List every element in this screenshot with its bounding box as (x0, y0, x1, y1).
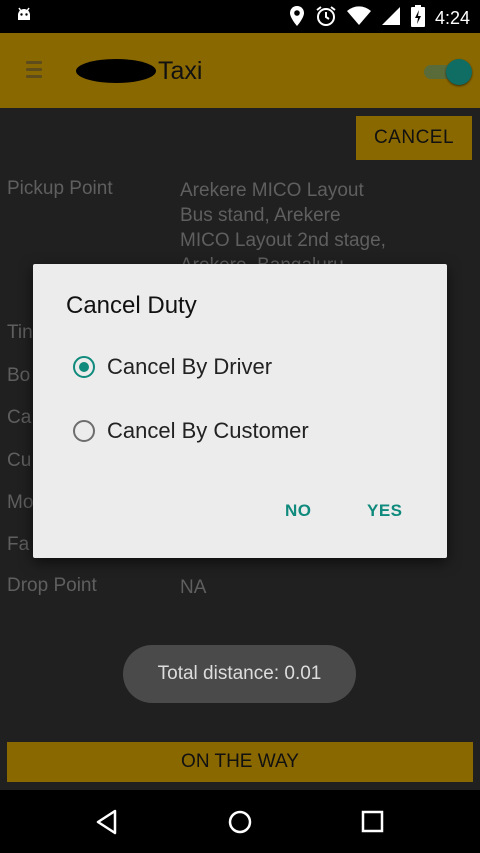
option-cancel-by-customer[interactable]: Cancel By Customer (73, 418, 309, 444)
android-icon (14, 6, 34, 30)
radio-unchecked-icon[interactable] (73, 420, 95, 442)
row-label-partial: Cu (7, 450, 32, 471)
battery-charging-icon (410, 5, 425, 31)
pickup-value: Arekere MICO Layout Bus stand, Arekere M… (180, 178, 470, 278)
location-icon (289, 5, 305, 31)
no-button[interactable]: NO (279, 500, 318, 522)
option-label: Cancel By Driver (107, 354, 273, 379)
drop-point-value: NA (180, 577, 207, 598)
row-label-partial: Tin (7, 322, 33, 343)
toggle-knob (446, 59, 472, 85)
alarm-icon (315, 5, 337, 31)
yes-button[interactable]: YES (361, 500, 409, 522)
app-title-wrap: Taxi (76, 51, 202, 91)
wifi-icon (346, 6, 371, 30)
cancel-button[interactable]: CANCEL (356, 116, 472, 160)
app-title: Taxi (158, 56, 203, 85)
pickup-line: MICO Layout 2nd stage, (180, 230, 386, 251)
dialog-title: Cancel Duty (66, 292, 197, 319)
radio-checked-icon[interactable] (73, 356, 95, 378)
signal-icon (381, 6, 401, 30)
home-icon[interactable] (226, 808, 254, 836)
back-icon[interactable] (93, 808, 121, 836)
option-cancel-by-driver[interactable]: Cancel By Driver (73, 354, 272, 380)
status-bar: 4:24 (0, 0, 480, 33)
cancel-duty-dialog: Cancel Duty Cancel By Driver Cancel By C… (33, 264, 447, 558)
clock-time: 4:24 (434, 7, 470, 28)
on-the-way-button[interactable]: ON THE WAY (7, 742, 473, 782)
distance-toast: Total distance: 0.01 (123, 645, 356, 703)
navigation-bar (0, 790, 480, 853)
drop-point-label: Drop Point (7, 575, 97, 596)
row-label-partial: Mo (7, 492, 34, 513)
app-bar: Taxi (0, 33, 480, 108)
duty-toggle[interactable] (424, 57, 472, 85)
row-label-partial: Bo (7, 365, 31, 386)
row-label-partial: Fa (7, 534, 30, 555)
pickup-label: Pickup Point (7, 178, 113, 199)
option-label: Cancel By Customer (107, 418, 309, 443)
hamburger-menu-icon[interactable] (26, 57, 42, 83)
pickup-line: Bus stand, Arekere (180, 205, 341, 226)
recents-icon[interactable] (359, 808, 387, 836)
pickup-line: Arekere MICO Layout (180, 180, 364, 201)
redacted-brand (76, 59, 156, 83)
row-label-partial: Ca (7, 407, 32, 428)
